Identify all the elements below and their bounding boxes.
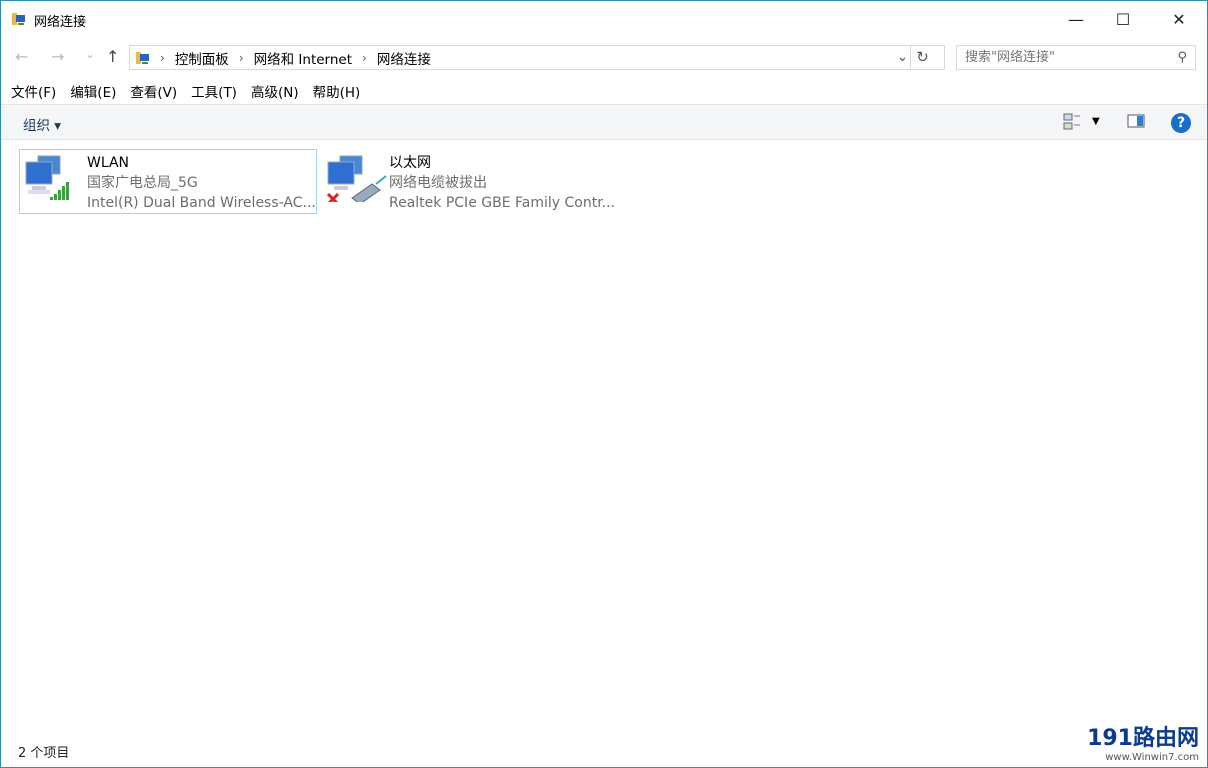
- watermark-url: www.Winwin7.com: [1105, 752, 1199, 763]
- connection-adapter: Intel(R) Dual Band Wireless-AC...: [87, 195, 316, 211]
- chevron-right-icon: ›: [160, 50, 165, 65]
- window-title: 网络连接: [34, 15, 87, 30]
- status-bar-item-count: 2 个项目: [18, 746, 70, 761]
- recent-locations-button[interactable]: ⌄: [85, 47, 95, 61]
- up-button[interactable]: ↑: [106, 47, 119, 66]
- preview-pane-icon[interactable]: [1127, 113, 1145, 129]
- view-dropdown-icon[interactable]: ▼: [1092, 116, 1100, 127]
- breadcrumb-network-internet[interactable]: 网络和 Internet: [254, 48, 352, 68]
- navigation-bar: ← → ⌄ ↑ › 控制面板 › 网络和 Internet › 网络连接 ⌄ ↻…: [1, 43, 1207, 71]
- menu-bar: 文件(F) 编辑(E) 查看(V) 工具(T) 高级(N) 帮助(H): [1, 81, 364, 103]
- title-bar: 网络连接 — ☐ ✕: [1, 1, 1207, 37]
- refresh-button[interactable]: ↻: [910, 46, 934, 69]
- breadcrumb-control-panel[interactable]: 控制面板: [175, 48, 229, 68]
- control-panel-icon: [136, 51, 149, 64]
- search-input[interactable]: 搜索"网络连接" ⚲: [956, 45, 1196, 70]
- connection-name: WLAN: [87, 155, 130, 171]
- close-button[interactable]: ✕: [1156, 1, 1202, 37]
- address-dropdown-icon[interactable]: ⌄: [897, 49, 908, 65]
- chevron-right-icon: ›: [362, 50, 367, 65]
- menu-help[interactable]: 帮助(H): [313, 81, 361, 103]
- wireless-network-icon: [25, 155, 69, 200]
- command-bar: 组织 ▾ ▼ ?: [1, 104, 1207, 140]
- view-options-icon[interactable]: [1063, 113, 1081, 131]
- menu-edit[interactable]: 编辑(E): [70, 81, 116, 103]
- connection-status: 国家广电总局_5G: [87, 175, 198, 191]
- watermark-logo: 191路由网 www.Winwin7.com: [1087, 720, 1199, 763]
- connection-status: 网络电缆被拔出: [389, 175, 487, 191]
- chevron-right-icon: ›: [238, 50, 244, 65]
- menu-advanced[interactable]: 高级(N): [251, 81, 299, 103]
- back-button[interactable]: ←: [15, 47, 28, 66]
- address-bar[interactable]: › 控制面板 › 网络和 Internet › 网络连接 ⌄ ↻: [129, 45, 945, 70]
- menu-file[interactable]: 文件(F): [11, 81, 56, 103]
- help-icon[interactable]: ?: [1171, 113, 1191, 133]
- search-icon[interactable]: ⚲: [1177, 46, 1187, 69]
- breadcrumb-network-connections[interactable]: 网络连接: [377, 48, 431, 68]
- menu-view[interactable]: 查看(V): [130, 81, 177, 103]
- minimize-button[interactable]: —: [1053, 1, 1099, 37]
- menu-tools[interactable]: 工具(T): [191, 81, 237, 103]
- organize-button[interactable]: 组织 ▾: [23, 114, 61, 134]
- ethernet-disconnected-icon: [326, 155, 387, 202]
- connection-name: 以太网: [389, 155, 431, 171]
- maximize-button[interactable]: ☐: [1100, 1, 1146, 37]
- connection-wlan[interactable]: WLAN 国家广电总局_5G Intel(R) Dual Band Wirele…: [19, 149, 317, 214]
- watermark-brand: 191路由网: [1087, 726, 1199, 751]
- connection-adapter: Realtek PCIe GBE Family Contr...: [389, 195, 616, 211]
- forward-button[interactable]: →: [51, 47, 64, 66]
- search-placeholder: 搜索"网络连接": [965, 50, 1055, 65]
- network-connections-icon: [12, 13, 25, 25]
- connection-ethernet[interactable]: 以太网 网络电缆被拔出 Realtek PCIe GBE Family Cont…: [321, 149, 619, 214]
